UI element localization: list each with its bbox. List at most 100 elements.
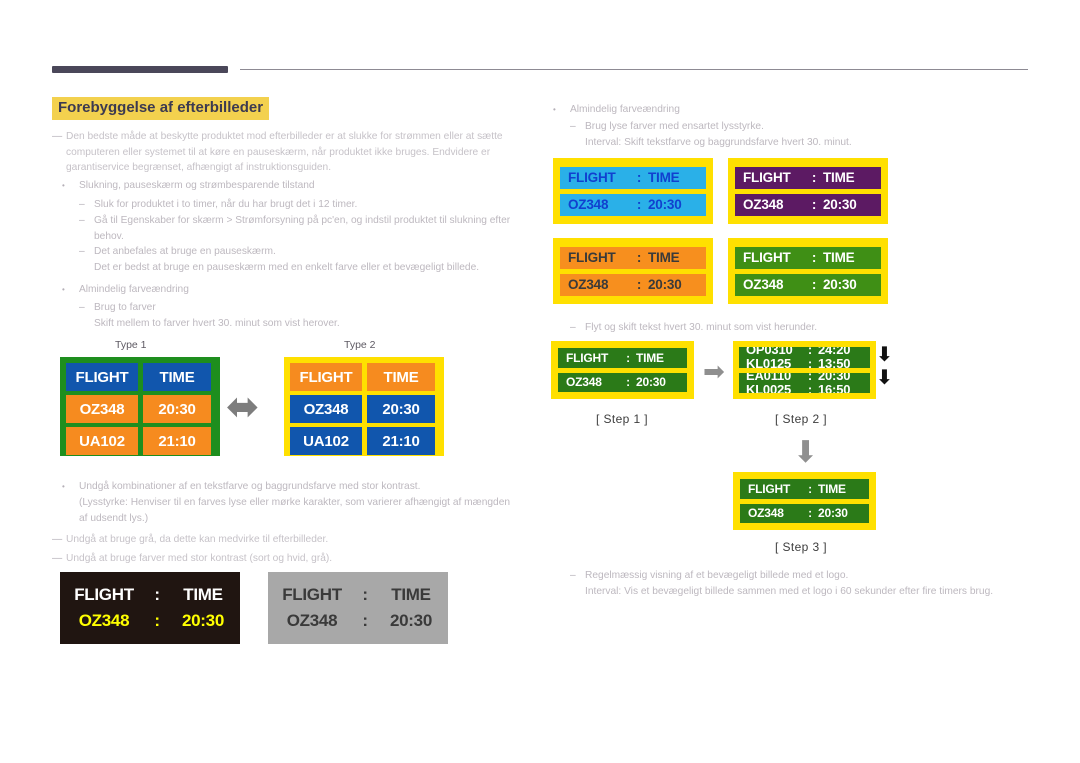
dash-glyph-2: – (79, 215, 85, 226)
sign-panel-step-2: OP0310 : 24:20 KL0125 : 13:50 EA0110 : 2… (733, 341, 876, 399)
sign-line-1: FLIGHT : TIME (735, 166, 881, 189)
note-dash-2: — (52, 553, 63, 564)
sign-line-2: OZ348 : 20:30 (735, 273, 881, 296)
intro-dash-glyph: — (52, 131, 63, 142)
dash-glyph-3: – (79, 246, 85, 257)
down-arrow-icon-1: ⬇ (876, 344, 893, 366)
step-3-label: [ Step 3 ] (775, 540, 828, 554)
table-cell: UA102 (290, 427, 362, 455)
sign-separator: : (807, 356, 813, 368)
table-row: FLIGHT TIME (66, 363, 214, 391)
sign-time-value: 20:30 (182, 611, 224, 630)
sign-time-label: TIME (818, 481, 846, 496)
left-right-arrow-icon: ⬌ (226, 385, 260, 429)
sign-separator: : (154, 585, 160, 604)
left-bullet-1-item-2: Gå til Egenskaber for skærm > Strømforsy… (94, 215, 511, 242)
sign-separator: : (154, 611, 160, 630)
table-cell: TIME (143, 363, 211, 391)
right-bullet-3-item-1-sub: Interval: Vis et bevægeligt billede samm… (585, 586, 994, 597)
sign-flight-value: OZ348 (748, 506, 784, 521)
scroll-clip-2: EA0110 : 20:30 KL0025 : 16:50 (739, 372, 870, 394)
sign-line-2: OZ348 : 20:30 (560, 193, 706, 216)
scroll-clip-1: OP0310 : 24:20 KL0125 : 13:50 (739, 347, 870, 368)
sign-separator: : (636, 250, 642, 265)
scroll-flight-value: KL0025 (746, 381, 792, 394)
sign-time-label: TIME (636, 350, 664, 365)
sign-separator: : (808, 506, 812, 521)
table-row: FLIGHT TIME (290, 363, 438, 391)
sign-separator: : (362, 585, 368, 604)
scroll-time-value: 16:50 (818, 381, 851, 394)
dash-glyph-4: – (79, 302, 85, 313)
sign-time-value: 20:30 (823, 197, 857, 212)
left-bullet-1-item-3-sub: Det er bedst at bruge en pauseskærm med … (94, 262, 480, 273)
sign-line-1: FLIGHT : TIME (558, 348, 687, 368)
sign-separator: : (636, 277, 642, 292)
sign-time-label: TIME (648, 170, 680, 185)
table-cell: 20:30 (143, 395, 211, 423)
sign-separator: : (362, 611, 368, 630)
sign-flight-value: OZ348 (743, 197, 784, 212)
table-row: UA102 21:10 (66, 427, 214, 455)
scroll-flight-value: KL0125 (746, 356, 792, 368)
sign-panel-purple: FLIGHT : TIME OZ348 : 20:30 (728, 158, 888, 224)
table-cell: OZ348 (290, 395, 362, 423)
sign-time-value: 20:30 (818, 506, 848, 521)
sign-line-2: OZ348 : 20:30 (269, 611, 447, 631)
sign-flight-value: OZ348 (743, 277, 784, 292)
sign-line-1: FLIGHT : TIME (735, 246, 881, 269)
bullet-glyph-r1: • (553, 105, 556, 114)
type-2-label: Type 2 (344, 339, 376, 351)
sign-panel-cyan: FLIGHT : TIME OZ348 : 20:30 (553, 158, 713, 224)
sign-time-label: TIME (823, 250, 855, 265)
sign-panel-green: FLIGHT : TIME OZ348 : 20:30 (728, 238, 888, 304)
sign-time-label: TIME (391, 585, 431, 604)
sign-separator: : (808, 481, 812, 496)
sign-time-label: TIME (648, 250, 680, 265)
sign-gray-contrast: FLIGHT : TIME OZ348 : 20:30 (268, 572, 448, 644)
sign-flight-label: FLIGHT (568, 250, 616, 265)
sign-line-2: OZ348 : 20:30 (558, 372, 687, 392)
sign-time-value: 20:30 (648, 197, 682, 212)
scroll-time-value: 13:50 (818, 356, 851, 368)
flight-table-type-1: FLIGHT TIME OZ348 20:30 UA102 21:10 (60, 357, 220, 456)
right-bullet-2-item-1: Flyt og skift tekst hvert 30. minut som … (585, 322, 818, 333)
sign-time-label: TIME (183, 585, 223, 604)
sign-separator: : (807, 381, 813, 394)
sign-flight-value: OZ348 (78, 611, 130, 630)
left-note-2: Undgå at bruge farver med stor kontrast … (66, 553, 333, 564)
sign-line-1: FLIGHT : TIME (61, 585, 239, 605)
right-bullet-1-item-1-sub: Interval: Skift tekstfarve og baggrundsf… (585, 137, 852, 148)
left-bullet-3-sub: (Lysstyrke: Henviser til en farves lyse … (79, 497, 511, 524)
left-bullet-2-item-1: Brug to farver (94, 302, 156, 313)
dash-glyph-r2: – (570, 322, 576, 333)
table-cell: FLIGHT (66, 363, 138, 391)
sign-separator: : (626, 375, 630, 390)
sign-panel-orange: FLIGHT : TIME OZ348 : 20:30 (553, 238, 713, 304)
sign-line-2: OZ348 : 20:30 (740, 503, 869, 523)
bullet-glyph-3: • (62, 482, 65, 491)
table-cell: UA102 (66, 427, 138, 455)
dash-glyph-1: – (79, 199, 85, 210)
right-bullet-1: Almindelig farveændring (570, 104, 680, 115)
sign-panel-step-3: FLIGHT : TIME OZ348 : 20:30 (733, 472, 876, 530)
sign-time-value: 20:30 (648, 277, 682, 292)
left-bullet-1-item-3: Det anbefales at bruge en pauseskærm. (94, 246, 276, 257)
sign-time-value: 20:30 (390, 611, 432, 630)
sign-dark-contrast: FLIGHT : TIME OZ348 : 20:30 (60, 572, 240, 644)
table-row: UA102 21:10 (290, 427, 438, 455)
sign-separator: : (626, 350, 630, 365)
sign-flight-value: OZ348 (286, 611, 338, 630)
table-cell: 21:10 (143, 427, 211, 455)
sign-time-label: TIME (823, 170, 855, 185)
sign-separator: : (636, 197, 642, 212)
header-rule-line (240, 69, 1028, 70)
intro-paragraph: Den bedste måde at beskytte produktet mo… (66, 131, 503, 173)
sign-panel-step-1: FLIGHT : TIME OZ348 : 20:30 (551, 341, 694, 399)
scroll-line-2: KL0125 : 13:50 (739, 355, 870, 368)
table-cell: 21:10 (367, 427, 435, 455)
sign-flight-label: FLIGHT (568, 170, 616, 185)
sign-flight-label: FLIGHT (74, 585, 134, 604)
sign-flight-label: FLIGHT (748, 481, 791, 496)
sign-line-2: OZ348 : 20:30 (61, 611, 239, 631)
